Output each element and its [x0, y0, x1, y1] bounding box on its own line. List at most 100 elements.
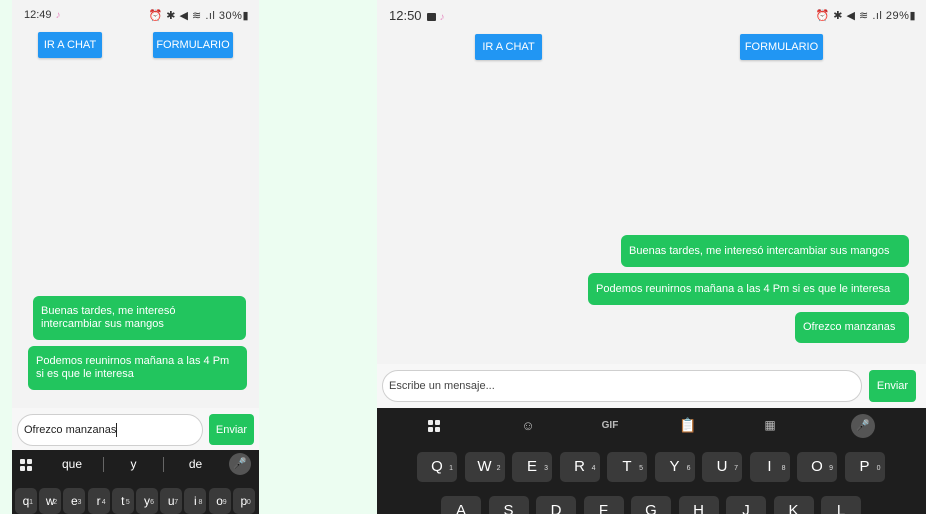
key-letter: G	[645, 502, 657, 514]
key-q[interactable]: Q1	[417, 452, 457, 482]
message-text: Buenas tardes, me interesó intercambiar …	[41, 305, 176, 330]
suggestion-word[interactable]: de	[177, 457, 214, 471]
suggestion-word[interactable]: que	[52, 457, 92, 471]
key-letter: E	[526, 458, 537, 475]
key-number-hint: 9	[222, 499, 227, 506]
key-number-hint: 0	[876, 465, 881, 472]
key-number-hint: 7	[734, 465, 738, 472]
suggestion-word[interactable]: y	[116, 457, 151, 471]
key-i[interactable]: I8	[749, 452, 790, 482]
key-y[interactable]: Y6	[654, 452, 695, 482]
divider	[103, 457, 104, 472]
microphone-icon[interactable]: 🎤	[851, 414, 875, 438]
tiktok-icon: ♪	[439, 12, 445, 23]
keyboard: que y de 🎤 q1w2e3r4t5y6u7i8o9p0	[12, 450, 259, 514]
clipboard-icon[interactable]: 📋	[679, 417, 697, 434]
key-letter: i	[194, 494, 197, 508]
keyboard: ☺ GIF 📋 ▦ 🎤 Q1W2E3R4T5Y6U7I8O9P0ASDFGHJK…	[377, 408, 926, 514]
key-letter: F	[598, 502, 609, 514]
message-bubble: Podemos reunirnos mañana a las 4 Pm si e…	[28, 346, 247, 390]
tiktok-icon: ♪	[55, 10, 61, 21]
key-number-hint: 8	[781, 465, 786, 472]
keyboard-layout-icon[interactable]: ▦	[761, 418, 779, 432]
key-number-hint: 5	[125, 499, 130, 506]
key-o[interactable]: o9	[208, 488, 231, 514]
phone-screen-left: 12:49 ♪ ⏰ ✱ ◀ ≋ .ıl 30%▮ IR A CHAT FORMUL…	[12, 0, 259, 514]
apps-grid-icon[interactable]	[20, 459, 32, 471]
form-button[interactable]: FORMULARIO	[740, 34, 823, 60]
key-j[interactable]: J	[726, 496, 766, 514]
key-p[interactable]: P0	[844, 452, 885, 482]
key-number-hint: 1	[29, 499, 33, 506]
send-button[interactable]: Enviar	[209, 414, 254, 445]
key-w[interactable]: w2	[39, 488, 62, 514]
message-composer: Enviar	[12, 408, 259, 450]
image-icon	[426, 13, 436, 21]
key-h[interactable]: H	[678, 496, 719, 514]
key-y[interactable]: y6	[136, 488, 158, 514]
status-bar: 12:49 ♪ ⏰ ✱ ◀ ≋ .ıl 30%▮	[12, 0, 259, 30]
sticker-icon[interactable]: ☺	[519, 418, 537, 433]
key-a[interactable]: A	[441, 496, 481, 514]
key-letter: J	[742, 502, 750, 514]
message-text: Podemos reunirnos mañana a las 4 Pm si e…	[36, 355, 230, 380]
message-text: Buenas tardes, me interesó intercambiar …	[629, 244, 890, 257]
key-t[interactable]: t5	[111, 488, 134, 514]
key-number-hint: 1	[449, 465, 453, 472]
key-letter: r	[96, 494, 101, 508]
key-letter: R	[574, 458, 585, 475]
key-number-hint: 5	[639, 465, 643, 472]
microphone-icon[interactable]: 🎤	[229, 453, 251, 475]
phone-screen-right: 12:50 ♪ ⏰ ✱ ◀ ≋ .ıl 29%▮ IR A CHAT FORMUL…	[377, 0, 926, 514]
status-icons: ⏰ ✱ ◀ ≋ .ıl 30%▮	[148, 10, 249, 22]
key-o[interactable]: O9	[797, 452, 837, 482]
key-r[interactable]: r4	[87, 488, 110, 514]
key-e[interactable]: E3	[512, 452, 552, 482]
message-input[interactable]	[17, 414, 203, 446]
key-number-hint: 4	[101, 499, 106, 506]
key-u[interactable]: u7	[160, 488, 183, 514]
key-k[interactable]: K	[773, 496, 814, 514]
key-f[interactable]: F	[583, 496, 624, 514]
key-s[interactable]: S	[488, 496, 529, 514]
message-bubble: Buenas tardes, me interesó intercambiar …	[33, 296, 246, 340]
divider	[163, 457, 164, 472]
key-i[interactable]: i8	[184, 488, 207, 514]
chat-button[interactable]: IR A CHAT	[38, 32, 102, 58]
key-number-hint: 2	[53, 499, 58, 506]
status-time: 12:50	[389, 8, 422, 23]
message-bubble: Buenas tardes, me interesó intercambiar …	[621, 235, 909, 267]
message-composer: Enviar	[377, 364, 926, 408]
key-l[interactable]: L	[821, 496, 861, 514]
key-number-hint: 8	[198, 499, 203, 506]
key-letter: I	[767, 458, 772, 475]
key-letter: L	[836, 502, 846, 514]
key-number-hint: 0	[246, 499, 251, 506]
key-letter: T	[622, 458, 632, 475]
key-number-hint: 4	[591, 465, 596, 472]
message-input[interactable]	[382, 370, 862, 402]
key-letter: t	[121, 494, 125, 508]
key-w[interactable]: W2	[464, 452, 505, 482]
status-bar: 12:50 ♪ ⏰ ✱ ◀ ≋ .ıl 29%▮	[377, 0, 926, 30]
key-number-hint: 2	[496, 465, 501, 472]
key-q[interactable]: q1	[15, 488, 37, 514]
key-r[interactable]: R4	[559, 452, 600, 482]
form-button[interactable]: FORMULARIO	[153, 32, 233, 58]
key-e[interactable]: e3	[63, 488, 86, 514]
key-letter: A	[455, 502, 466, 514]
chat-button[interactable]: IR A CHAT	[475, 34, 542, 60]
key-letter: Y	[669, 458, 680, 475]
message-text: Ofrezco manzanas	[803, 321, 896, 333]
gif-button[interactable]: GIF	[597, 420, 623, 431]
key-number-hint: 9	[829, 465, 833, 472]
send-button[interactable]: Enviar	[869, 370, 916, 402]
key-t[interactable]: T5	[607, 452, 647, 482]
key-g[interactable]: G	[631, 496, 671, 514]
key-d[interactable]: D	[536, 496, 576, 514]
key-p[interactable]: p0	[232, 488, 255, 514]
apps-grid-icon[interactable]	[428, 420, 440, 432]
key-letter: W	[477, 458, 492, 475]
message-text: Podemos reunirnos mañana a las 4 Pm si e…	[596, 282, 891, 295]
key-u[interactable]: U7	[702, 452, 742, 482]
